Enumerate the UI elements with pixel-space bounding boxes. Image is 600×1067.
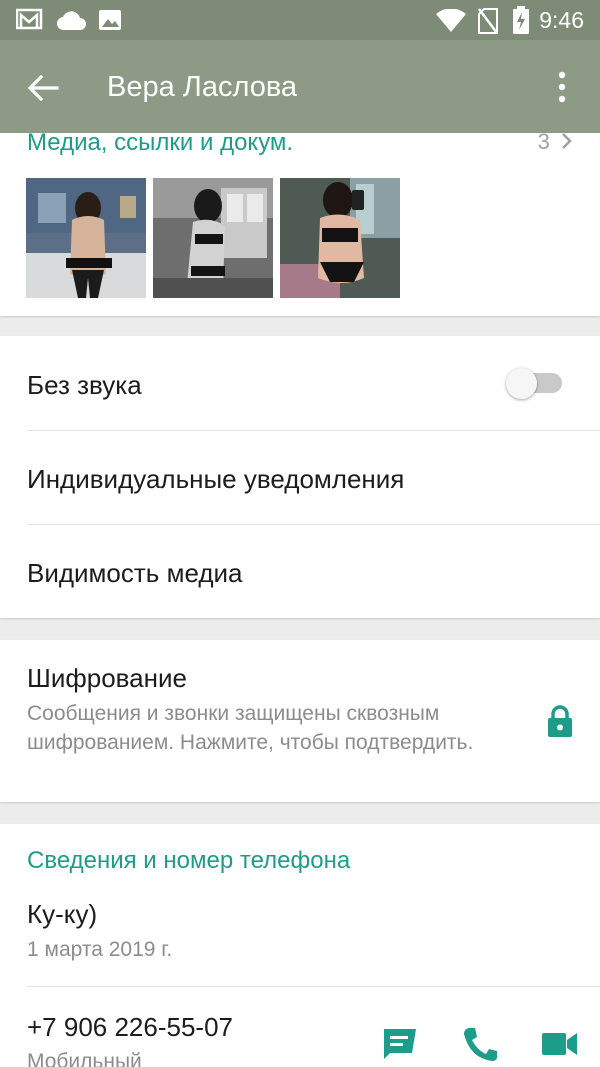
- media-thumbnail-3[interactable]: [280, 178, 400, 298]
- video-call-icon[interactable]: [540, 1025, 580, 1063]
- media-section-header[interactable]: Медиа, ссылки и докум.: [27, 129, 293, 157]
- contact-name: Вера Ласлова: [107, 71, 298, 103]
- info-section-header: Сведения и номер телефона: [27, 847, 351, 874]
- media-thumbnail-1[interactable]: [26, 178, 146, 298]
- chevron-right-icon: [562, 133, 572, 149]
- mute-toggle-knob[interactable]: [506, 368, 537, 399]
- divider: [27, 430, 600, 431]
- mute-label[interactable]: Без звука: [27, 370, 142, 401]
- no-sim-icon: [478, 8, 498, 34]
- about-date: 1 марта 2019 г.: [27, 938, 173, 961]
- divider: [27, 524, 600, 525]
- about-text: Ку-ку): [27, 899, 98, 929]
- image-icon: [99, 10, 121, 30]
- media-visibility-item[interactable]: Видимость медиа: [27, 558, 243, 589]
- media-thumbnail-2[interactable]: [153, 178, 273, 298]
- phone-number[interactable]: +7 906 226-55-07: [27, 1012, 233, 1043]
- wifi-icon: [436, 9, 466, 32]
- more-vert-icon[interactable]: [550, 70, 574, 104]
- arrow-back-icon[interactable]: [22, 68, 62, 108]
- call-icon[interactable]: [460, 1025, 500, 1063]
- cloud-icon: [56, 11, 86, 31]
- app-bar: Вера Ласлова: [0, 40, 600, 133]
- phone-type: Мобильный: [27, 1050, 142, 1067]
- gmail-notification-icon: [16, 8, 43, 30]
- encryption-title: Шифрование: [27, 663, 187, 693]
- lock-icon: [548, 705, 572, 737]
- message-icon[interactable]: [380, 1025, 420, 1063]
- battery-charging-icon: [513, 6, 529, 34]
- divider: [27, 986, 600, 987]
- media-count[interactable]: 3: [538, 129, 574, 155]
- status-time: 9:46: [539, 7, 584, 33]
- status-bar: 9:46: [0, 0, 600, 40]
- custom-notifications-item[interactable]: Индивидуальные уведомления: [27, 464, 404, 495]
- encryption-description: Сообщения и звонки защищены сквозным шиф…: [27, 702, 474, 754]
